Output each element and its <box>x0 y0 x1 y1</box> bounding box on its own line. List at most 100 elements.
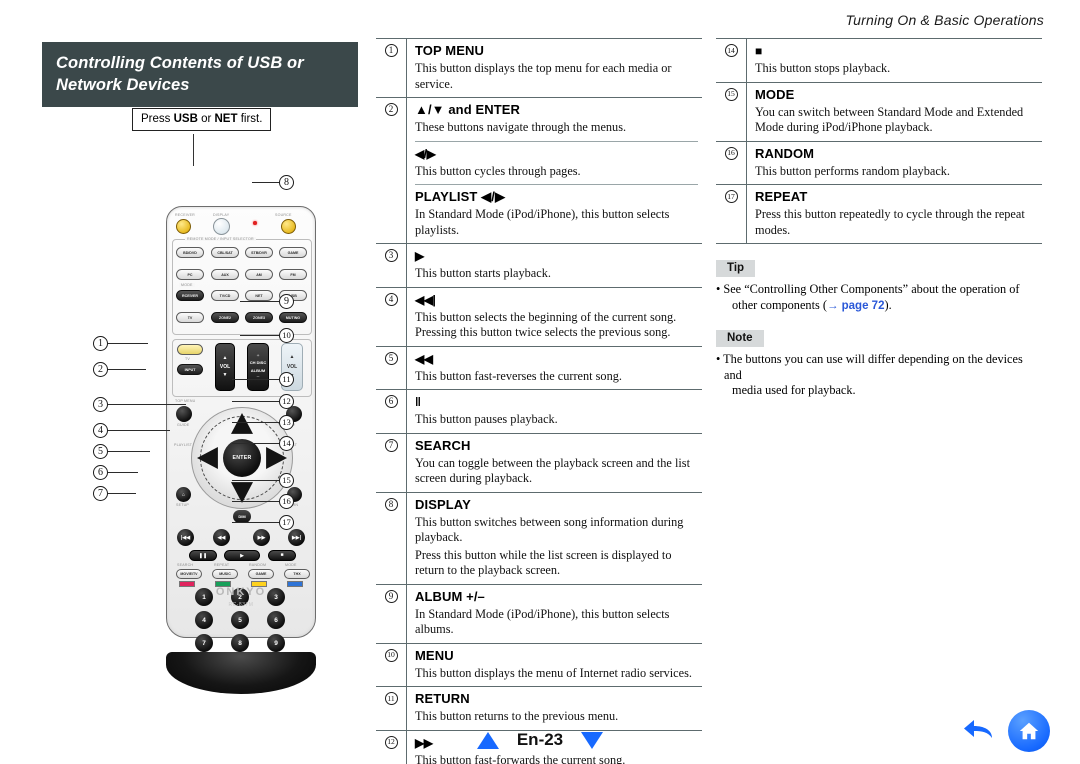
remote-num-6[interactable]: 6 <box>267 611 285 629</box>
row-body: MODE You can switch between Standard Mod… <box>746 82 1042 141</box>
button-name: ‖ <box>415 395 421 409</box>
remote-button-receiver-mode[interactable]: RCEIVER <box>176 290 204 301</box>
remote-volume-rocker-left[interactable]: ▲ VOL ▼ <box>215 343 235 391</box>
remote-num-5[interactable]: 5 <box>231 611 249 629</box>
page-number: En-23 <box>516 730 564 749</box>
previous-page-triangle-icon[interactable] <box>476 731 499 749</box>
button-description: This button fast-forwards the current so… <box>415 752 626 764</box>
running-head: Turning On & Basic Operations <box>845 12 1044 28</box>
button-description: This button stops playback. <box>755 61 891 75</box>
callout-17: 17 <box>279 515 294 530</box>
row-body: MENU This button displays the menu of In… <box>406 643 702 686</box>
remote-num-9[interactable]: 9 <box>267 634 285 652</box>
remote-button-game-mode[interactable]: GAME <box>248 569 274 579</box>
tip-line-2: other components (→ page 72). <box>724 298 1042 315</box>
callout-8-leader <box>252 182 279 183</box>
label-repeat: REPEAT <box>214 563 230 567</box>
remote-rewind-button[interactable]: ◀◀ <box>213 529 230 546</box>
back-arrow-icon[interactable] <box>962 716 996 746</box>
table-row: 11 RETURN This button returns to the pre… <box>376 686 702 730</box>
remote-next-track-button[interactable]: ▶▶| <box>288 529 305 546</box>
callout-2: 2 <box>93 362 108 377</box>
row-number-cell: 14 <box>716 39 746 82</box>
callout-14: 14 <box>279 436 294 451</box>
button-description: This button cycles through pages. <box>415 163 581 178</box>
row-number: 15 <box>724 87 738 101</box>
remote-stop-button[interactable]: ■ <box>268 550 296 561</box>
remote-receiver-power-button[interactable] <box>176 219 191 234</box>
button-name: ◀◀| <box>415 292 436 307</box>
remote-button-aux[interactable]: AUX <box>211 269 239 280</box>
section-title: Controlling Contents of USB or Network D… <box>42 42 358 107</box>
remote-button-zone2[interactable]: ZONE2 <box>211 312 239 323</box>
label-remote-mode-input-selector: REMOTE MODE / INPUT SELECTOR <box>185 237 256 241</box>
callout-13-leader <box>232 422 279 423</box>
remote-num-7[interactable]: 7 <box>195 634 213 652</box>
remote-button-music[interactable]: MUSIC <box>212 569 238 579</box>
row-number: 10 <box>384 648 398 662</box>
remote-button-bd-dvd[interactable]: BD/DVD <box>176 247 204 258</box>
remote-brand-logo: ONKYO <box>215 586 267 598</box>
remote-display-button[interactable] <box>213 218 230 235</box>
remote-button-pc[interactable]: PC <box>176 269 204 280</box>
remote-button-net[interactable]: NET <box>245 290 273 301</box>
row-number-cell: 8 <box>376 493 406 584</box>
remote-enter-button[interactable]: ENTER <box>223 439 261 477</box>
row-number-cell: 11 <box>376 687 406 730</box>
remote-button-zone3[interactable]: ZONE3 <box>245 312 273 323</box>
callout-12: 12 <box>279 394 294 409</box>
remote-setup-button[interactable]: ⌂ <box>176 487 191 502</box>
table-row: 4 ◀◀| This button selects the beginning … <box>376 286 702 346</box>
remote-input-button[interactable]: INPUT <box>177 364 203 375</box>
remote-num-4[interactable]: 4 <box>195 611 213 629</box>
button-description: This button performs random playback. <box>755 163 950 178</box>
note-block: Note • The buttons you can use will diff… <box>716 328 1042 399</box>
remote-fast-forward-button[interactable]: ▶▶ <box>253 529 270 546</box>
row-body: DISPLAY This button switches between son… <box>406 492 702 584</box>
remote-ch-disc-album-rocker[interactable]: + CH DISC ALBUM – <box>247 343 269 391</box>
remote-button-cbl-sat[interactable]: CBL/SAT <box>211 247 239 258</box>
row-number: 8 <box>384 497 398 511</box>
button-description: This button pauses playback. <box>415 412 558 426</box>
remote-button-game[interactable]: GAME <box>279 247 307 258</box>
callout-17-leader <box>232 522 279 523</box>
note-text: • The buttons you can use will differ de… <box>716 352 1042 399</box>
middle-button-table: 1 TOP MENU This button displays the top … <box>376 38 702 764</box>
button-name: RETURN <box>415 691 470 706</box>
callout-7-leader <box>108 493 136 494</box>
row-number-cell: 1 <box>376 39 406 97</box>
button-description: This button selects the beginning of the… <box>415 309 677 340</box>
callout-12-leader <box>232 401 279 402</box>
remote-tv-power-button[interactable] <box>177 344 203 355</box>
table-row: 14 ■ This button stops playback. <box>716 38 1042 82</box>
remote-source-power-button[interactable] <box>281 219 296 234</box>
table-bottom-rule <box>716 243 1042 244</box>
row-number-cell: 17 <box>716 185 746 243</box>
home-button[interactable] <box>1008 710 1050 752</box>
remote-button-muting[interactable]: MUTING <box>279 312 307 323</box>
page-link[interactable]: → page 72 <box>827 300 885 312</box>
remote-top-menu-button[interactable] <box>176 406 192 422</box>
callout-1: 1 <box>93 336 108 351</box>
next-page-triangle-icon[interactable] <box>581 731 604 749</box>
button-description: This button fast-reverses the current so… <box>415 368 622 383</box>
remote-button-thx[interactable]: THX <box>284 569 310 579</box>
remote-prev-track-button[interactable]: |◀◀ <box>177 529 194 546</box>
button-name: RANDOM <box>755 145 815 161</box>
button-description: In Standard Mode (iPod/iPhone), this but… <box>415 207 670 237</box>
remote-pause-button[interactable]: ❚❚ <box>189 550 217 561</box>
home-icon <box>1019 722 1039 740</box>
row-number: 7 <box>384 438 398 452</box>
remote-button-movie-tv[interactable]: MOVIE/TV <box>176 569 202 579</box>
remote-button-fm[interactable]: FM <box>279 269 307 280</box>
remote-button-tv-cd[interactable]: TV/CD <box>211 290 239 301</box>
remote-num-8[interactable]: 8 <box>231 634 249 652</box>
button-name: ▶ <box>415 249 424 263</box>
remote-button-tv[interactable]: TV <box>176 312 204 323</box>
label-album: ALBUM <box>250 367 266 373</box>
remote-button-am[interactable]: AM <box>245 269 273 280</box>
remote-button-stb-dvr[interactable]: STB/DVR <box>245 247 273 258</box>
remote-play-button[interactable]: ▶ <box>224 550 260 561</box>
label-search: SEARCH <box>177 563 194 567</box>
press-mid: or <box>197 113 215 125</box>
